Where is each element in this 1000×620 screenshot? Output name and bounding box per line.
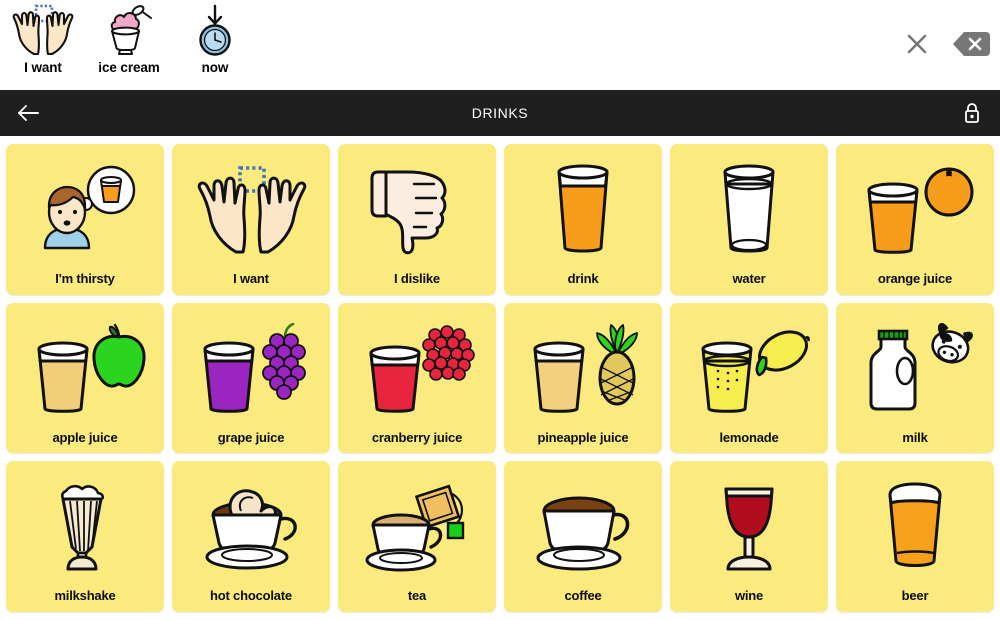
symbol-label: drink <box>567 271 599 287</box>
lock-closed-icon <box>965 103 979 123</box>
symbol-cell-milkshake[interactable]: milkshake <box>6 461 164 612</box>
symbol-cell-wine[interactable]: wine <box>670 461 828 612</box>
symbol-grid: I'm thirsty I want I dislike drink water… <box>0 136 1000 620</box>
sentence-item-label: I want <box>24 60 62 75</box>
sentence-bar-controls <box>904 0 990 88</box>
sentence-item-i-want[interactable]: I want <box>0 0 86 88</box>
symbol-cell-hot-chocolate[interactable]: hot chocolate <box>172 461 330 612</box>
wine-glass-icon <box>670 461 828 589</box>
symbol-cell-orange-juice[interactable]: orange juice <box>836 144 994 295</box>
symbol-label: I'm thirsty <box>55 271 115 287</box>
symbol-cell-drink[interactable]: drink <box>504 144 662 295</box>
glass-water-icon <box>670 144 828 272</box>
board-header: DRINKS <box>0 90 1000 136</box>
symbol-cell-apple-juice[interactable]: apple juice <box>6 302 164 454</box>
sentence-item-ice-cream[interactable]: ice cream <box>86 0 172 88</box>
page-title: DRINKS <box>471 105 529 121</box>
symbol-cell-cranberry-juice[interactable]: cranberry juice <box>338 302 496 454</box>
hands-wanting-icon <box>172 144 330 272</box>
symbol-cell-grape-juice[interactable]: grape juice <box>172 302 330 454</box>
symbol-label: milkshake <box>54 588 116 604</box>
glass-orange-juice-icon <box>836 144 994 272</box>
glass-apple-juice-icon <box>6 303 164 431</box>
symbol-label: beer <box>901 588 929 604</box>
symbol-label: pineapple juice <box>537 429 629 445</box>
glass-cranberry-juice-icon <box>338 303 496 431</box>
back-button[interactable] <box>0 90 56 136</box>
symbol-cell-im-thirsty[interactable]: I'm thirsty <box>6 144 164 295</box>
sentence-item-now[interactable]: now <box>172 0 258 88</box>
back-arrow-icon <box>18 105 39 121</box>
symbol-cell-beer[interactable]: beer <box>836 461 994 612</box>
symbol-cell-milk[interactable]: milk <box>836 302 994 454</box>
symbol-label: water <box>732 271 766 287</box>
person-thinking-drink-icon <box>6 144 164 272</box>
sentence-bar: I want ice cream now <box>0 0 1000 90</box>
symbol-label: I want <box>233 271 269 287</box>
symbol-label: cranberry juice <box>371 429 463 445</box>
symbol-label: apple juice <box>52 429 118 445</box>
backspace-delete-icon <box>953 32 990 56</box>
symbol-label: tea <box>407 588 427 604</box>
milk-jug-cow-icon <box>836 303 994 431</box>
glass-lemonade-icon <box>670 303 828 431</box>
symbol-label: wine <box>734 588 764 604</box>
symbol-cell-tea[interactable]: tea <box>338 461 496 612</box>
symbol-label: orange juice <box>877 271 953 287</box>
backspace-button[interactable] <box>952 30 990 58</box>
symbol-label: I dislike <box>394 271 440 287</box>
symbol-label: coffee <box>564 588 602 604</box>
symbol-label: hot chocolate <box>210 588 292 604</box>
symbol-label: milk <box>902 429 928 445</box>
sentence-item-label: ice cream <box>98 60 160 75</box>
aac-communication-board: I want ice cream now DRINKS I'm thirsty … <box>0 0 1000 620</box>
glass-grape-juice-icon <box>172 303 330 431</box>
thumbs-down-icon <box>338 144 496 272</box>
hot-chocolate-cup-icon <box>172 461 330 589</box>
ice-cream-sundae-icon <box>89 2 169 60</box>
clear-sentence-button[interactable] <box>904 31 930 57</box>
symbol-cell-coffee[interactable]: coffee <box>504 461 662 612</box>
symbol-cell-i-want[interactable]: I want <box>172 144 330 295</box>
symbol-cell-water[interactable]: water <box>670 144 828 295</box>
hands-wanting-icon <box>3 2 83 60</box>
sentence-item-label: now <box>201 60 229 75</box>
glass-pineapple-juice-icon <box>504 303 662 431</box>
lock-button[interactable] <box>944 90 1000 136</box>
clock-down-arrow-icon <box>175 2 255 60</box>
milkshake-glass-icon <box>6 461 164 589</box>
symbol-label: lemonade <box>719 429 779 445</box>
glass-orange-drink-icon <box>504 144 662 272</box>
close-x-icon <box>907 34 927 54</box>
coffee-cup-icon <box>504 461 662 589</box>
symbol-label: grape juice <box>217 429 285 445</box>
symbol-cell-pineapple-juice[interactable]: pineapple juice <box>504 302 662 454</box>
symbol-cell-i-dislike[interactable]: I dislike <box>338 144 496 295</box>
teacup-teabag-icon <box>338 461 496 589</box>
beer-pint-icon <box>836 461 994 589</box>
symbol-cell-lemonade[interactable]: lemonade <box>670 302 828 454</box>
sentence-item-list: I want ice cream now <box>0 0 258 90</box>
